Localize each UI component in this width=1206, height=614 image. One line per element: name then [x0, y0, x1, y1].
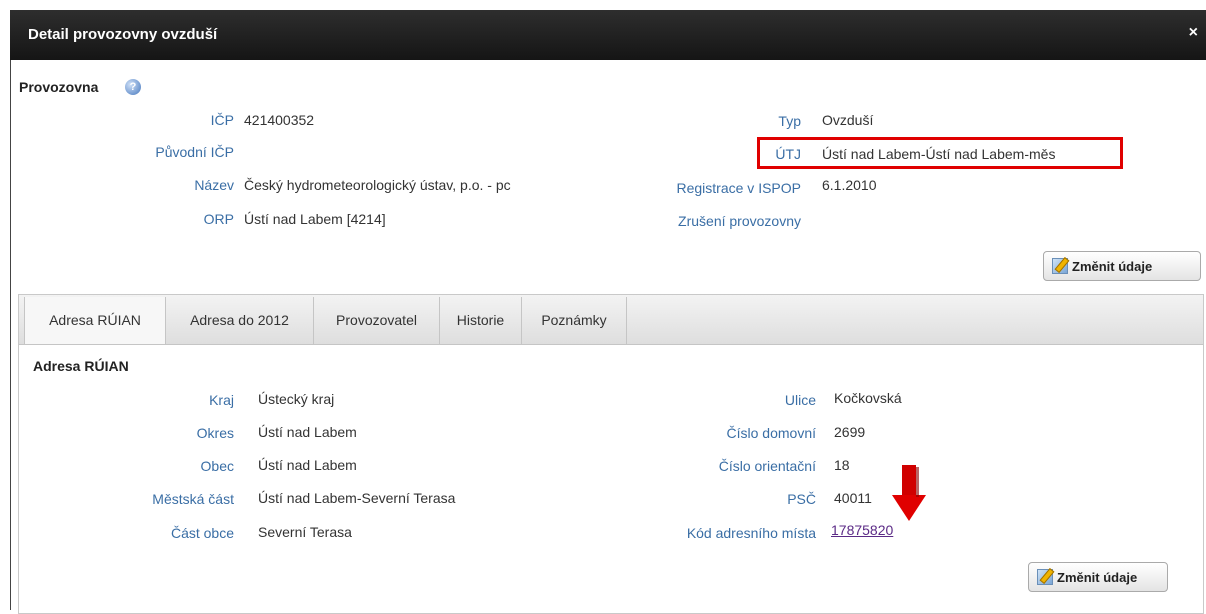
- value-obec: Ústí nad Labem: [258, 457, 357, 473]
- label-psc: PSČ: [787, 491, 816, 507]
- value-nazev: Český hydrometeorologický ústav, p.o. - …: [244, 177, 511, 193]
- edit-provozovna-button[interactable]: Změnit údaje: [1043, 251, 1201, 281]
- dialog-title: Detail provozovny ovzduší: [28, 26, 218, 43]
- value-kod-adresniho-mista-link[interactable]: 17875820: [831, 522, 1031, 538]
- value-cislo-orientacni: 18: [834, 457, 850, 473]
- red-arrow-down-icon: [892, 465, 926, 521]
- close-icon[interactable]: ×: [1189, 24, 1198, 42]
- value-icp: 421400352: [244, 112, 315, 128]
- label-puvodni-icp: Původní IČP: [155, 144, 234, 160]
- label-okres: Okres: [196, 425, 234, 441]
- label-kraj: Kraj: [209, 392, 234, 408]
- value-okres: Ústí nad Labem: [258, 424, 357, 440]
- tab-poznamky[interactable]: Poznámky: [522, 297, 627, 344]
- utj-highlight-box: [757, 137, 1123, 169]
- label-orp: ORP: [203, 211, 234, 227]
- label-cislo-domovni: Číslo domovní: [726, 425, 816, 441]
- value-psc: 40011: [834, 490, 872, 506]
- provozovna-section-title: Provozovna: [19, 79, 99, 95]
- label-registrace: Registrace v ISPOP: [676, 180, 802, 196]
- tab-provozovatel[interactable]: Provozovatel: [314, 297, 440, 344]
- adresa-section-title: Adresa RÚIAN: [33, 358, 129, 374]
- edit-provozovna-button-label: Změnit údaje: [1072, 258, 1153, 274]
- edit-icon: [1052, 258, 1068, 274]
- value-ulice: Kočkovská: [834, 390, 902, 406]
- edit-adresa-button-label: Změnit údaje: [1057, 569, 1138, 585]
- value-orp: Ústí nad Labem [4214]: [244, 211, 386, 227]
- label-obec: Obec: [200, 458, 234, 474]
- label-icp: IČP: [210, 112, 234, 128]
- help-icon[interactable]: ?: [125, 79, 141, 95]
- value-typ: Ovzduší: [822, 112, 874, 128]
- value-cast-obce: Severní Terasa: [258, 524, 352, 540]
- label-ulice: Ulice: [784, 392, 816, 408]
- label-zruseni: Zrušení provozovny: [678, 213, 801, 229]
- edit-icon: [1037, 569, 1053, 585]
- tab-adresa-ruian[interactable]: Adresa RÚIAN: [24, 297, 166, 344]
- dialog-titlebar: Detail provozovny ovzduší ×: [10, 10, 1206, 60]
- tab-historie[interactable]: Historie: [440, 297, 522, 344]
- tab-adresa-do-2012[interactable]: Adresa do 2012: [166, 297, 314, 344]
- value-mestska-cast: Ústí nad Labem-Severní Terasa: [258, 490, 456, 506]
- label-cast-obce: Část obce: [170, 525, 234, 541]
- value-kraj: Ústecký kraj: [258, 391, 335, 407]
- label-kod-adresniho-mista: Kód adresního místa: [686, 525, 816, 541]
- label-cislo-orientacni: Číslo orientační: [718, 458, 816, 474]
- label-nazev: Název: [194, 177, 234, 193]
- label-mestska-cast: Městská část: [152, 491, 234, 507]
- label-typ: Typ: [778, 113, 801, 129]
- edit-adresa-button[interactable]: Změnit údaje: [1028, 562, 1168, 592]
- value-registrace: 6.1.2010: [822, 177, 877, 193]
- value-cislo-domovni: 2699: [834, 424, 866, 440]
